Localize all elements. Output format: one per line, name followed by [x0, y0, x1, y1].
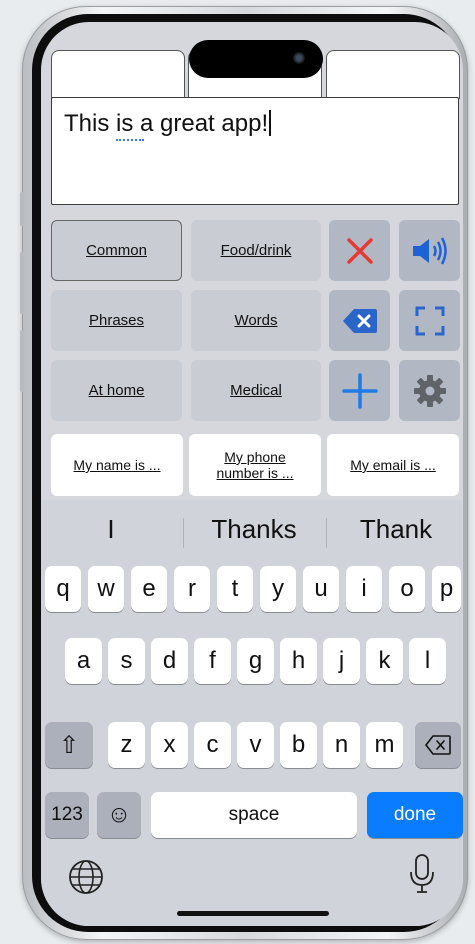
emoji-key[interactable]: ☺ [97, 792, 141, 838]
key-h[interactable]: h [280, 638, 317, 684]
delete-key[interactable] [415, 722, 461, 768]
phrase-my-name-button[interactable]: My name is ... [51, 434, 183, 496]
message-text: This is a great app! [64, 110, 272, 138]
spellcheck-underline [116, 139, 144, 141]
fullscreen-button[interactable] [399, 290, 460, 351]
dynamic-island [189, 40, 323, 78]
key-p[interactable]: p [432, 566, 461, 612]
gear-icon [413, 374, 446, 407]
backspace-button[interactable] [329, 290, 390, 351]
category-medical-button[interactable]: Medical [191, 360, 321, 421]
key-j[interactable]: j [323, 638, 360, 684]
action-button [20, 192, 24, 226]
key-n[interactable]: n [323, 722, 360, 768]
plus-icon [341, 372, 378, 409]
category-phrases-button[interactable]: Phrases [51, 290, 182, 351]
on-screen-keyboard: I Thanks Thank q w e r t y u i o p a s d… [41, 500, 463, 926]
key-z[interactable]: z [108, 722, 145, 768]
speaker-icon [412, 236, 447, 265]
space-key[interactable]: space [151, 792, 357, 838]
category-food-drink-button[interactable]: Food/drink [191, 220, 321, 281]
phone-screen: This is a great app! Common Food/drink P… [41, 22, 463, 926]
volume-up-button [20, 252, 24, 314]
phrase-my-email-button[interactable]: My email is ... [327, 434, 459, 496]
message-text-area[interactable]: This is a great app! [51, 97, 459, 205]
key-a[interactable]: a [65, 638, 102, 684]
category-words-button[interactable]: Words [191, 290, 321, 351]
tab-left[interactable] [51, 50, 185, 99]
fullscreen-icon [415, 306, 444, 335]
key-u[interactable]: u [303, 566, 339, 612]
key-r[interactable]: r [174, 566, 210, 612]
volume-down-button [20, 330, 24, 392]
x-icon [346, 237, 373, 264]
key-i[interactable]: i [346, 566, 382, 612]
key-e[interactable]: e [131, 566, 167, 612]
key-y[interactable]: y [260, 566, 296, 612]
key-w[interactable]: w [88, 566, 124, 612]
globe-icon[interactable] [67, 858, 105, 896]
phrase-label: My email is ... [350, 457, 436, 473]
shift-key[interactable]: ⇧ [45, 722, 93, 768]
microphone-icon[interactable] [407, 852, 437, 896]
clear-button[interactable] [329, 220, 390, 281]
settings-button[interactable] [399, 360, 460, 421]
suggestion-3[interactable]: Thank [331, 514, 461, 545]
key-f[interactable]: f [194, 638, 231, 684]
text-caret [269, 110, 272, 136]
key-v[interactable]: v [237, 722, 274, 768]
delete-icon [425, 735, 451, 755]
suggestion-1[interactable]: I [81, 514, 141, 545]
suggestion-2[interactable]: Thanks [189, 514, 319, 545]
phrase-my-phone-button[interactable]: My phone number is ... [189, 434, 321, 496]
numbers-key[interactable]: 123 [45, 792, 89, 838]
key-o[interactable]: o [389, 566, 425, 612]
tab-right[interactable] [326, 50, 460, 99]
add-button[interactable] [329, 360, 390, 421]
suggestion-divider [326, 518, 327, 548]
phrase-label: My name is ... [73, 457, 161, 473]
key-b[interactable]: b [280, 722, 317, 768]
suggestion-divider [183, 518, 184, 548]
home-indicator [177, 911, 329, 916]
key-m[interactable]: m [366, 722, 403, 768]
key-q[interactable]: q [45, 566, 81, 612]
done-key[interactable]: done [367, 792, 463, 838]
key-g[interactable]: g [237, 638, 274, 684]
key-s[interactable]: s [108, 638, 145, 684]
key-l[interactable]: l [409, 638, 446, 684]
camera-icon [293, 52, 305, 64]
key-d[interactable]: d [151, 638, 188, 684]
key-x[interactable]: x [151, 722, 188, 768]
backspace-icon [342, 308, 377, 333]
key-k[interactable]: k [366, 638, 403, 684]
category-at-home-button[interactable]: At home [51, 360, 182, 421]
key-t[interactable]: t [217, 566, 253, 612]
speak-button[interactable] [399, 220, 460, 281]
key-c[interactable]: c [194, 722, 231, 768]
category-common-button[interactable]: Common [51, 220, 182, 281]
phrase-label: My phone number is ... [216, 449, 294, 481]
